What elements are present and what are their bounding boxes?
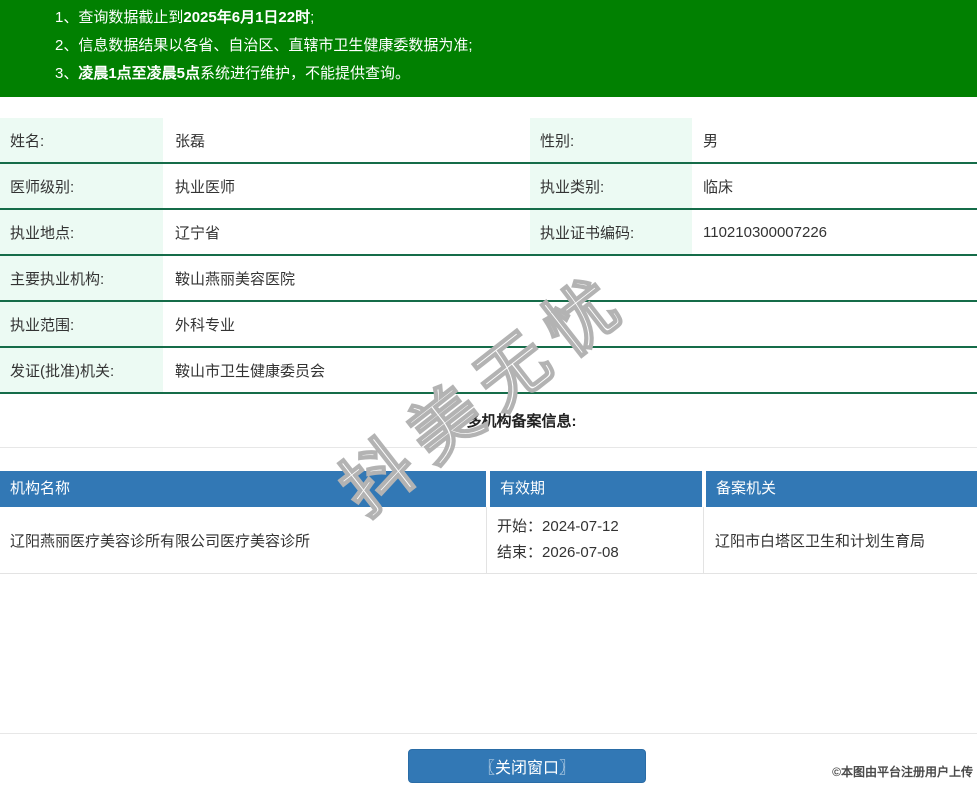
divider: [0, 447, 977, 448]
field-value-doctor-level: 执业医师: [163, 176, 530, 197]
validity-start: 开始：2024-07-12: [497, 514, 703, 540]
table-row: 医师级别: 执业医师 执业类别: 临床: [0, 164, 977, 210]
field-label-practice-scope: 执业范围:: [0, 302, 163, 346]
field-label-gender: 性别:: [530, 118, 692, 162]
table-row: 执业范围: 外科专业: [0, 302, 977, 348]
filing-authority: 辽阳市白塔区卫生和计划生育局: [704, 507, 977, 573]
filing-table-header: 机构名称 有效期 备案机关: [0, 471, 977, 507]
column-header-validity: 有效期: [490, 471, 702, 507]
field-value-issuing-authority: 鞍山市卫生健康委员会: [163, 360, 977, 381]
column-header-filing-authority: 备案机关: [706, 471, 977, 507]
field-value-main-institution: 鞍山燕丽美容医院: [163, 268, 977, 289]
validity-end: 结束：2026-07-08: [497, 540, 703, 566]
field-value-name: 张磊: [163, 130, 530, 151]
notice-line-3: 3、凌晨1点至凌晨5点系统进行维护，不能提供查询。: [55, 60, 967, 88]
notice-text: 信息数据结果以各省、自治区、直辖市卫生健康委数据为准;: [78, 37, 472, 54]
validity-end-date: 2026-07-08: [542, 544, 619, 561]
filing-validity-period: 开始：2024-07-12 结束：2026-07-08: [487, 507, 704, 573]
filing-org-name: 辽阳燕丽医疗美容诊所有限公司医疗美容诊所: [0, 507, 487, 573]
notice-bold-text: 凌晨1点至凌晨5点: [78, 65, 200, 82]
filing-table-row: 辽阳燕丽医疗美容诊所有限公司医疗美容诊所 开始：2024-07-12 结束：20…: [0, 507, 977, 574]
table-row: 执业地点: 辽宁省 执业证书编码: 110210300007226: [0, 210, 977, 256]
table-row: 主要执业机构: 鞍山燕丽美容医院: [0, 256, 977, 302]
field-value-practice-location: 辽宁省: [163, 222, 530, 243]
field-label-practice-location: 执业地点:: [0, 210, 163, 254]
notice-text: 查询数据截止到: [78, 9, 183, 26]
validity-start-label: 开始：: [497, 518, 542, 535]
field-label-name: 姓名:: [0, 118, 163, 162]
table-row: 发证(批准)机关: 鞍山市卫生健康委员会: [0, 348, 977, 394]
field-label-issuing-authority: 发证(批准)机关:: [0, 348, 163, 392]
field-value-practice-category: 临床: [692, 176, 977, 197]
notice-number: 3、: [55, 65, 78, 82]
validity-start-date: 2024-07-12: [542, 518, 619, 535]
field-label-doctor-level: 医师级别:: [0, 164, 163, 208]
notice-bold-text: 2025年6月1日22时: [183, 9, 310, 26]
notice-text: ;: [310, 9, 314, 26]
field-label-practice-category: 执业类别:: [530, 164, 692, 208]
close-window-button[interactable]: 〖关闭窗口〗: [408, 749, 646, 783]
notice-line-1: 1、查询数据截止到2025年6月1日22时;: [55, 4, 967, 32]
upload-credit-text: ©本图由平台注册用户上传: [832, 763, 973, 780]
notice-line-2: 2、信息数据结果以各省、自治区、直辖市卫生健康委数据为准;: [55, 32, 967, 60]
field-value-gender: 男: [692, 130, 977, 151]
table-row: 姓名: 张磊 性别: 男: [0, 118, 977, 164]
divider: [0, 733, 977, 734]
field-value-certificate-number: 110210300007226: [692, 224, 977, 241]
doctor-profile-table: 姓名: 张磊 性别: 男 医师级别: 执业医师 执业类别: 临床 执业地点: 辽…: [0, 118, 977, 394]
validity-end-label: 结束：: [497, 544, 542, 561]
notice-text: 系统进行维护，不能提供查询。: [200, 65, 410, 82]
filing-section-title: 多机构备案信息:: [0, 394, 977, 447]
column-header-org-name: 机构名称: [0, 471, 486, 507]
field-label-main-institution: 主要执业机构:: [0, 256, 163, 300]
notice-number: 2、: [55, 37, 78, 54]
field-value-practice-scope: 外科专业: [163, 314, 977, 335]
notice-banner: 1、查询数据截止到2025年6月1日22时; 2、信息数据结果以各省、自治区、直…: [0, 0, 977, 97]
field-label-certificate-number: 执业证书编码:: [530, 210, 692, 254]
notice-number: 1、: [55, 9, 78, 26]
